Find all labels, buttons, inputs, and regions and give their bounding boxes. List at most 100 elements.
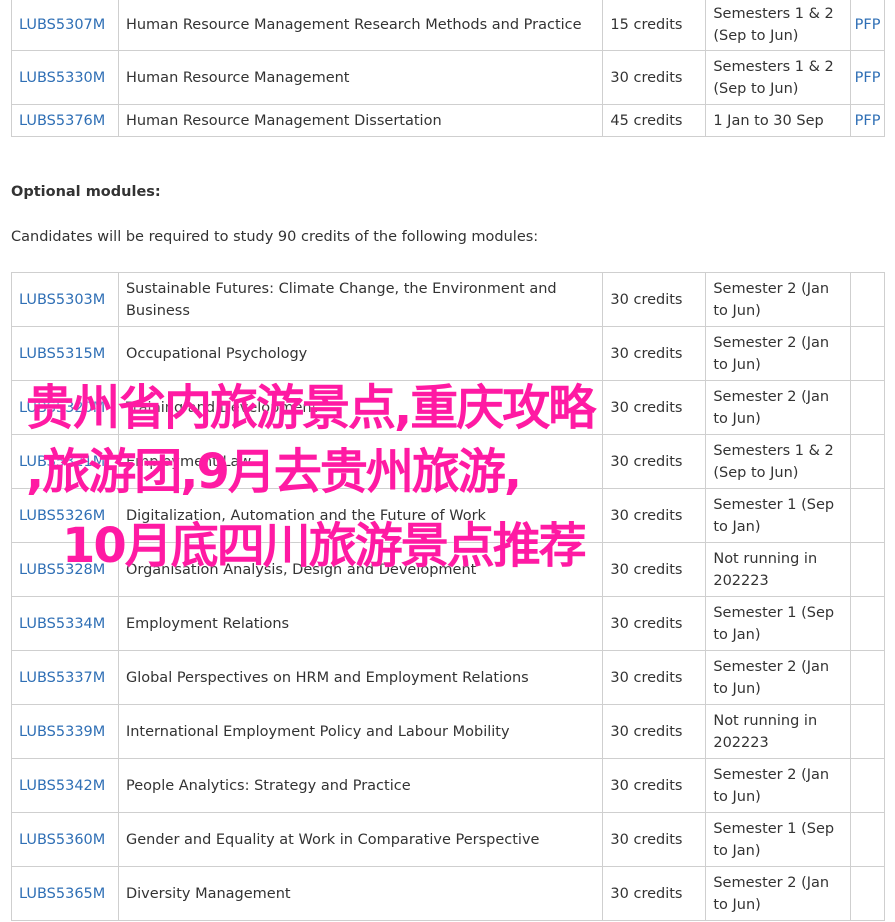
module-code-cell: LUBS5320M — [11, 380, 119, 435]
module-code-link[interactable]: LUBS5334M — [19, 616, 105, 632]
module-code-cell: LUBS5321M — [11, 434, 119, 489]
module-semester: Semester 1 (Sep to Jan) — [713, 820, 835, 859]
module-credits-cell: 30 credits — [602, 758, 707, 813]
module-credits: 30 credits — [610, 345, 683, 362]
module-credits: 30 credits — [610, 615, 683, 632]
module-title-cell: Employment Relations — [117, 596, 604, 651]
module-semester: Semester 2 (Jan to Jun) — [713, 280, 830, 319]
module-title: Digitalization, Automation and the Futur… — [125, 507, 486, 524]
empty-cell — [849, 758, 886, 813]
module-code-link[interactable]: LUBS5339M — [19, 724, 105, 740]
module-title: Gender and Equality at Work in Comparati… — [125, 831, 540, 848]
module-semester-cell: Semester 1 (Sep to Jan) — [705, 596, 851, 651]
module-semester: Semester 2 (Jan to Jun) — [713, 658, 830, 697]
module-title: Human Resource Management — [125, 69, 350, 86]
module-semester: Not running in 202223 — [713, 712, 818, 751]
module-credits: 30 credits — [610, 69, 683, 86]
module-credits-cell: 30 credits — [602, 596, 707, 651]
module-title-cell: International Employment Policy and Labo… — [117, 704, 604, 759]
module-code-link[interactable]: LUBS5337M — [19, 670, 105, 686]
module-credits-cell: 30 credits — [602, 272, 707, 327]
module-credits-cell: 30 credits — [602, 434, 707, 489]
module-code-link[interactable]: LUBS5365M — [19, 886, 105, 902]
module-code-link[interactable]: LUBS5360M — [19, 832, 105, 848]
module-credits: 30 credits — [610, 561, 683, 578]
module-credits: 30 credits — [610, 507, 683, 524]
module-title-cell: Human Resource Management — [117, 50, 604, 105]
module-pfp-link[interactable]: PFP — [855, 113, 881, 129]
module-credits-cell: 30 credits — [602, 650, 707, 705]
table-row: LUBS5315M Occupational Psychology 30 credi… — [11, 326, 886, 381]
module-credits-cell: 45 credits — [602, 104, 707, 137]
module-title-cell: Gender and Equality at Work in Comparati… — [117, 812, 604, 867]
module-code-link[interactable]: LUBS5315M — [19, 346, 105, 362]
module-code-link[interactable]: LUBS5342M — [19, 778, 105, 794]
module-code-link[interactable]: LUBS5303M — [19, 292, 105, 308]
module-title: Employment Relations — [125, 615, 290, 632]
module-code-link[interactable]: LUBS5320M — [19, 400, 105, 416]
module-title-cell: Human Resource Management Dissertation — [117, 104, 604, 137]
module-code-cell: LUBS5376M — [11, 104, 119, 137]
module-title: Human Resource Management Research Metho… — [125, 16, 582, 33]
optional-modules-heading: Optional modules: — [11, 184, 161, 200]
module-credits-cell: 30 credits — [602, 326, 707, 381]
module-semester: 1 Jan to 30 Sep — [713, 112, 824, 129]
empty-cell — [849, 488, 886, 543]
module-semester-cell: Not running in 202223 — [705, 542, 851, 597]
module-pfp-link[interactable]: PFP — [855, 70, 881, 86]
optional-modules-intro: Candidates will be required to study 90 … — [11, 229, 539, 245]
module-title: Global Perspectives on HRM and Employmen… — [125, 669, 529, 686]
module-code-link[interactable]: LUBS5376M — [19, 113, 105, 129]
module-semester-cell: Semester 2 (Jan to Jun) — [705, 326, 851, 381]
module-title: Occupational Psychology — [125, 345, 308, 362]
module-title-cell: People Analytics: Strategy and Practice — [117, 758, 604, 813]
module-code-cell: LUBS5360M — [11, 812, 119, 867]
module-code-link[interactable]: LUBS5326M — [19, 508, 105, 524]
module-credits-cell: 30 credits — [602, 866, 707, 921]
module-title-cell: Organisation Analysis, Design and Develo… — [117, 542, 604, 597]
module-pfp-cell: PFP — [849, 0, 886, 51]
table-row: LUBS5321M Employment Law 30 credits Semeste… — [11, 434, 886, 489]
table-row: LUBS5365M Diversity Management 30 credits S… — [11, 866, 886, 921]
empty-cell — [849, 272, 886, 327]
empty-cell — [849, 704, 886, 759]
empty-cell — [849, 596, 886, 651]
module-semester-cell: Semester 1 (Sep to Jan) — [705, 812, 851, 867]
module-pfp-link[interactable]: PFP — [855, 17, 881, 33]
module-credits-cell: 30 credits — [602, 704, 707, 759]
module-code-link[interactable]: LUBS5330M — [19, 70, 105, 86]
module-semester: Semester 2 (Jan to Jun) — [713, 334, 830, 373]
module-code-link[interactable]: LUBS5328M — [19, 562, 105, 578]
module-title: Sustainable Futures: Climate Change, the… — [125, 280, 557, 319]
module-code-cell: LUBS5339M — [11, 704, 119, 759]
empty-cell — [849, 866, 886, 921]
module-code-cell: LUBS5330M — [11, 50, 119, 105]
module-semester: Semester 2 (Jan to Jun) — [713, 874, 830, 913]
module-semester-cell: Semesters 1 & 2 (Sep to Jun) — [705, 50, 851, 105]
table-row: LUBS5330M Human Resource Management 30 cre… — [11, 50, 886, 105]
module-code-cell: LUBS5337M — [11, 650, 119, 705]
module-credits: 30 credits — [610, 669, 683, 686]
module-code-cell: LUBS5315M — [11, 326, 119, 381]
module-code-cell: LUBS5328M — [11, 542, 119, 597]
table-row: LUBS5303M Sustainable Futures: Climate Ch… — [11, 272, 886, 327]
table-row: LUBS5320M Training and Development 30 cred… — [11, 380, 886, 435]
module-semester-cell: Semester 2 (Jan to Jun) — [705, 650, 851, 705]
module-code-link[interactable]: LUBS5307M — [19, 17, 105, 33]
module-title: Diversity Management — [125, 885, 291, 902]
module-semester: Semesters 1 & 2 (Sep to Jun) — [713, 58, 834, 97]
module-credits-cell: 30 credits — [602, 488, 707, 543]
module-credits-cell: 30 credits — [602, 50, 707, 105]
module-credits-cell: 30 credits — [602, 380, 707, 435]
module-title-cell: Global Perspectives on HRM and Employmen… — [117, 650, 604, 705]
module-title: Training and Development — [125, 399, 318, 416]
module-title-cell: Human Resource Management Research Metho… — [117, 0, 604, 51]
optional-modules-table: LUBS5303M Sustainable Futures: Climate Ch… — [11, 272, 886, 921]
module-credits-cell: 30 credits — [602, 812, 707, 867]
module-credits: 30 credits — [610, 453, 683, 470]
empty-cell — [849, 542, 886, 597]
table-row: LUBS5334M Employment Relations 30 credits S… — [11, 596, 886, 651]
module-credits: 45 credits — [610, 112, 683, 129]
module-code-link[interactable]: LUBS5321M — [19, 454, 105, 470]
module-credits: 30 credits — [610, 831, 683, 848]
